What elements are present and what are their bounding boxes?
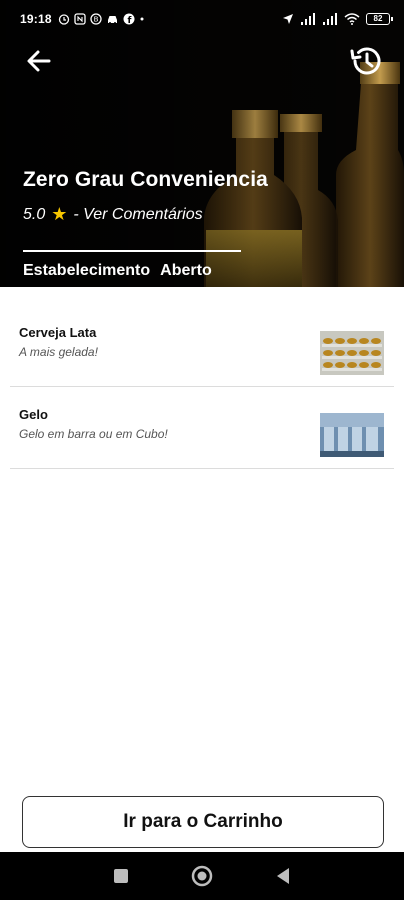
bottles-background-image: [0, 0, 404, 287]
rating-line: 5.0 ★ - Ver Comentários: [23, 204, 203, 225]
arrow-left-icon: [27, 50, 51, 72]
product-name: Gelo: [19, 407, 48, 422]
history-button[interactable]: [348, 42, 386, 80]
home-button[interactable]: [187, 861, 217, 891]
back-nav-button[interactable]: [268, 861, 298, 891]
status-time: 19:18: [20, 12, 52, 26]
history-icon: [350, 47, 381, 75]
header-divider: [23, 250, 241, 252]
store-open-status: Estabelecimento Aberto: [23, 262, 212, 280]
product-description: Gelo em barra ou em Cubo!: [19, 427, 168, 441]
signal-icon: [301, 13, 315, 25]
status-bar: 19:18 B f 82: [0, 0, 404, 38]
store-hero-header: 19:18 B f 82 Zero Grau Conveniencia 5.0: [0, 0, 404, 287]
product-list: Cerveja Lata A mais gelada! Gelo Gelo em…: [0, 305, 404, 469]
recent-apps-button[interactable]: [106, 861, 136, 891]
beer-cans-image: [320, 331, 384, 375]
location-icon: [283, 14, 293, 24]
star-icon: ★: [51, 204, 68, 224]
system-nav-bar: [0, 852, 404, 900]
ice-image: [320, 413, 384, 457]
back-button[interactable]: [22, 44, 56, 78]
facebook-icon: f: [123, 13, 135, 25]
wifi-icon: [344, 13, 360, 25]
product-item-gelo[interactable]: Gelo Gelo em barra ou em Cubo!: [10, 387, 394, 469]
status-value: Aberto: [160, 262, 212, 279]
battery-icon: 82: [366, 13, 393, 25]
signal-icon: [323, 13, 337, 25]
view-comments-link[interactable]: - Ver Comentários: [73, 206, 202, 224]
svg-text:B: B: [93, 16, 98, 24]
product-name: Cerveja Lata: [19, 325, 97, 340]
square-icon: [113, 869, 128, 883]
svg-text:f: f: [127, 16, 131, 25]
dot-icon: [140, 17, 144, 21]
product-item-cerveja-lata[interactable]: Cerveja Lata A mais gelada!: [10, 305, 394, 387]
rating-value: 5.0: [23, 205, 46, 223]
product-description: A mais gelada!: [19, 345, 98, 359]
store-name: Zero Grau Conveniencia: [23, 168, 268, 191]
circle-icon: [191, 865, 213, 887]
alarm-icon: [58, 14, 69, 25]
status-label: Estabelecimento: [23, 262, 151, 279]
nfc-icon: [74, 13, 86, 25]
car-icon: [107, 16, 117, 24]
triangle-back-icon: [277, 868, 290, 884]
go-to-cart-button[interactable]: Ir para o Carrinho: [22, 796, 384, 848]
b-app-icon: B: [90, 13, 102, 25]
